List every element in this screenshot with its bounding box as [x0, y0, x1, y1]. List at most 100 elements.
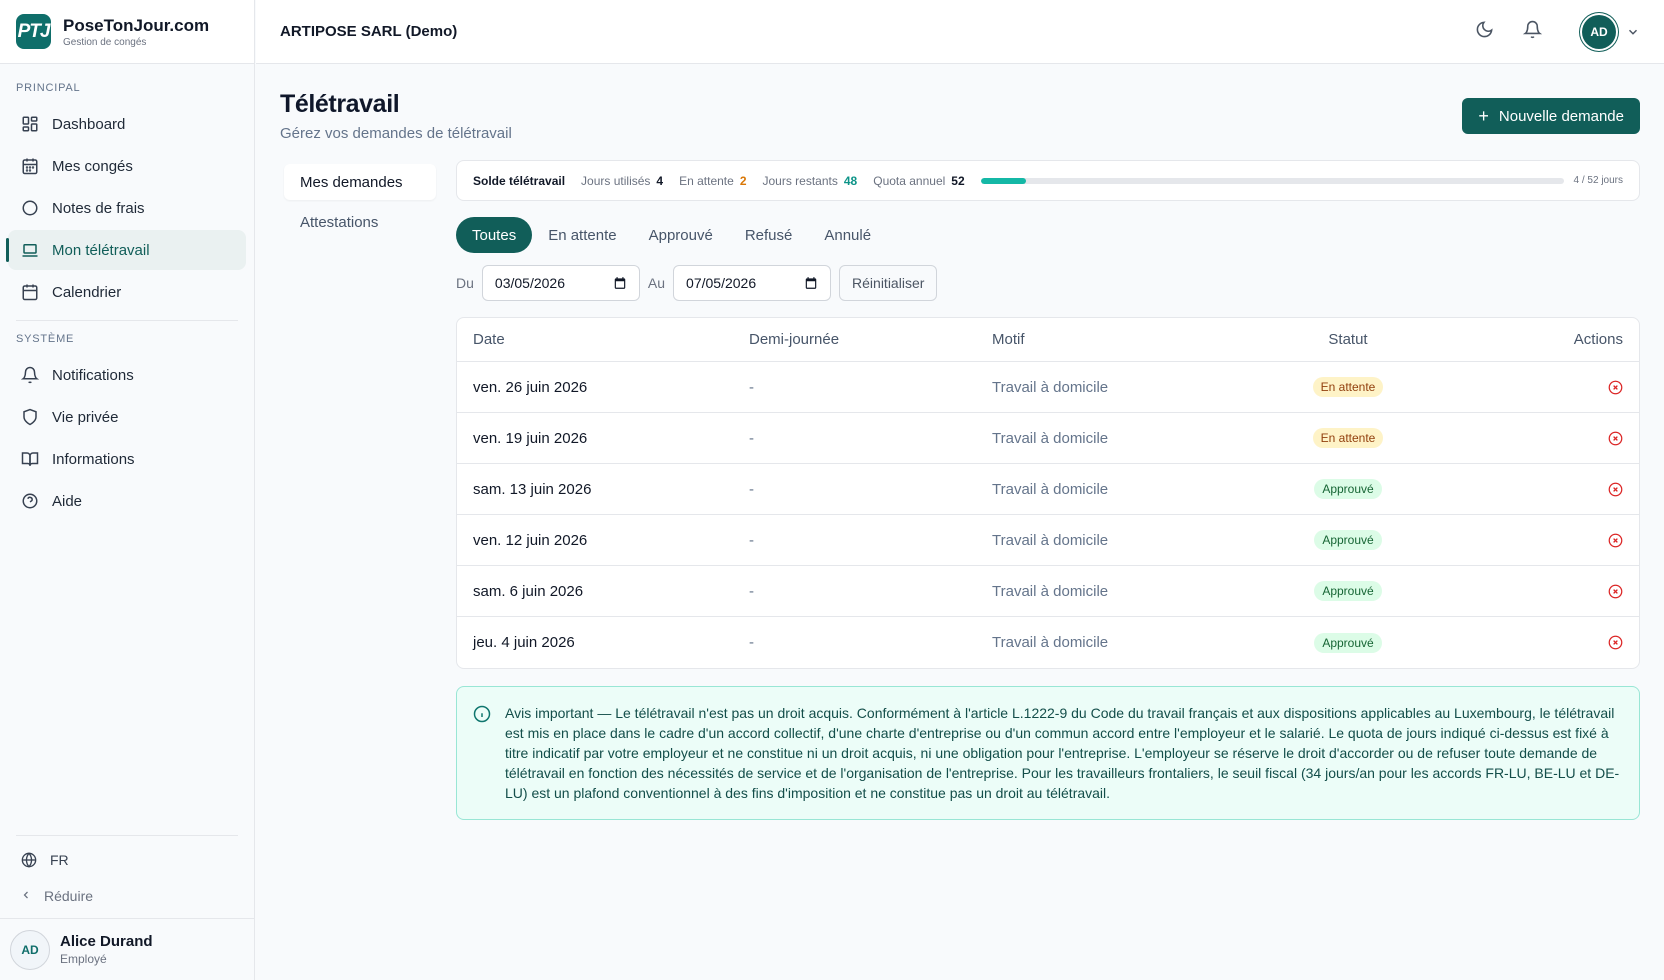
brand-name: PoseTonJour.com [63, 15, 210, 35]
calendar-icon[interactable] [804, 276, 818, 290]
chevron-left-icon [20, 888, 32, 904]
collapse-sidebar-button[interactable]: Réduire [0, 878, 254, 914]
sidebar-item-mes-conges[interactable]: Mes congés [8, 146, 246, 186]
stat-pending-label: En attente [679, 173, 734, 188]
cancel-request-button[interactable] [1608, 380, 1623, 395]
from-date-input[interactable]: 03/05/2026 [481, 265, 640, 301]
sidebar-item-label: Mon télétravail [52, 241, 150, 259]
sidebar-item-notes-de-frais[interactable]: Notes de frais [8, 188, 246, 228]
user-avatar-button[interactable]: AD [1582, 14, 1616, 49]
company-name: ARTIPOSE SARL (Demo) [280, 23, 458, 40]
important-notice: Avis important — Le télétravail n'est pa… [456, 686, 1640, 820]
status-badge: Approuvé [1314, 530, 1382, 550]
cancel-request-button[interactable] [1608, 431, 1623, 446]
stat-quota-label: Quota annuel [873, 173, 946, 188]
sidebar-bottom-divider [16, 835, 238, 836]
shield-icon [20, 407, 40, 427]
tab-en-attente[interactable]: En attente [532, 217, 632, 253]
brand-logo: PTJ [16, 14, 51, 49]
column-header-date[interactable]: Date [457, 331, 749, 348]
x-circle-icon [1608, 533, 1623, 547]
cell-date: ven. 19 juin 2026 [473, 429, 588, 447]
page-subtitle: Gérez vos demandes de télétravail [280, 125, 512, 142]
subnav-attestations[interactable]: Attestations [284, 204, 436, 240]
subnav-mes-demandes[interactable]: Mes demandes [284, 164, 436, 200]
x-circle-icon [1608, 482, 1623, 496]
tab-approuve[interactable]: Approuvé [633, 217, 729, 253]
sidebar-item-informations[interactable]: Informations [8, 439, 246, 479]
from-label: Du [456, 275, 474, 291]
chevron-down-icon[interactable] [1626, 25, 1640, 39]
x-circle-icon [1608, 635, 1623, 650]
sidebar-item-notifications[interactable]: Notifications [8, 355, 246, 395]
moon-icon [1475, 20, 1494, 44]
sidebar-item-dashboard[interactable]: Dashboard [8, 104, 246, 144]
table-body: ven. 26 juin 2026 - Travail à domicile En a… [457, 362, 1639, 668]
from-date-value: 03/05/2026 [494, 275, 565, 291]
calendar-icon[interactable] [613, 276, 627, 290]
table-header: Date Demi-journée Motif Statut Actions [457, 318, 1639, 362]
cell-half-day: - [749, 582, 754, 600]
cell-motif: Travail à domicile [992, 429, 1109, 447]
stat-used-value: 4 [656, 173, 664, 188]
cell-status: Approuvé [1263, 530, 1433, 550]
language-selector[interactable]: FR [0, 842, 254, 878]
page-title: Télétravail [280, 90, 400, 118]
brand[interactable]: PTJ PoseTonJour.com Gestion de congés [0, 0, 254, 64]
table-row[interactable]: sam. 13 juin 2026 - Travail à domicile Appr… [457, 464, 1639, 515]
cell-half-day: - [749, 480, 754, 498]
user-name: Alice Durand [60, 933, 153, 950]
table-row[interactable]: ven. 19 juin 2026 - Travail à domicile En a… [457, 413, 1639, 464]
cell-half-day: - [749, 634, 754, 651]
reset-filters-button[interactable]: Réinitialiser [839, 265, 938, 301]
x-circle-icon [1608, 584, 1623, 598]
cell-date: sam. 13 juin 2026 [473, 480, 592, 498]
stat-remaining: Jours restants 48 [763, 174, 858, 188]
table-row[interactable]: sam. 6 juin 2026 - Travail à domicile Appro… [457, 566, 1639, 617]
avatar: AD [10, 929, 50, 970]
tab-annule[interactable]: Annulé [808, 217, 887, 253]
sidebar-item-calendrier[interactable]: Calendrier [8, 272, 246, 312]
stat-remaining-label: Jours restants [762, 173, 838, 188]
cell-motif: Travail à domicile [992, 582, 1109, 600]
cancel-request-button[interactable] [1608, 482, 1623, 497]
sidebar-item-mon-teletravail[interactable]: Mon télétravail [6, 230, 246, 270]
tab-toutes[interactable]: Toutes [456, 217, 533, 253]
cell-actions [1433, 380, 1639, 395]
sidebar-item-label: Informations [52, 450, 135, 468]
sidebar: PTJ PoseTonJour.com Gestion de congés PR… [0, 0, 255, 980]
cancel-request-button[interactable] [1608, 584, 1623, 599]
sidebar-item-aide[interactable]: Aide [8, 481, 246, 521]
theme-toggle-button[interactable] [1466, 14, 1502, 50]
cell-status: Approuvé [1263, 632, 1433, 653]
cancel-request-button[interactable] [1608, 533, 1623, 548]
cell-status: En attente [1263, 377, 1433, 397]
notifications-button[interactable] [1514, 14, 1550, 50]
cell-motif: Travail à domicile [992, 378, 1109, 396]
sidebar-item-label: Calendrier [52, 283, 122, 301]
cell-status: En attente [1263, 428, 1433, 448]
status-badge: Approuvé [1314, 479, 1382, 499]
to-date-input[interactable]: 07/05/2026 [673, 265, 832, 301]
help-icon [20, 491, 40, 511]
stat-quota: Quota annuel 52 [873, 174, 964, 188]
column-header-motif: Motif [992, 331, 1025, 348]
circle-icon [20, 198, 40, 218]
cancel-request-button[interactable] [1608, 635, 1623, 650]
quota-progress-bar [980, 177, 1564, 184]
sidebar-item-vie-privee[interactable]: Vie privée [8, 397, 246, 437]
cell-status: Approuvé [1263, 479, 1433, 499]
cell-status: Approuvé [1263, 581, 1433, 601]
user-profile[interactable]: AD Alice Durand Employé [0, 918, 254, 980]
cell-date: ven. 12 juin 2026 [473, 531, 588, 549]
tab-refuse[interactable]: Refusé [729, 217, 809, 253]
table-row[interactable]: ven. 26 juin 2026 - Travail à domicile En a… [457, 362, 1639, 413]
cell-actions [1433, 482, 1639, 497]
table-row[interactable]: jeu. 4 juin 2026 - Travail à domicile Appro… [457, 617, 1639, 668]
stat-pending: En attente 2 [679, 174, 746, 188]
table-row[interactable]: ven. 12 juin 2026 - Travail à domicile Appr… [457, 515, 1639, 566]
section-title-systeme: SYSTÈME [16, 333, 75, 345]
column-header-actions: Actions [1573, 331, 1623, 348]
new-request-button[interactable]: + Nouvelle demande [1462, 98, 1640, 134]
sidebar-item-label: Mes congés [52, 157, 133, 175]
